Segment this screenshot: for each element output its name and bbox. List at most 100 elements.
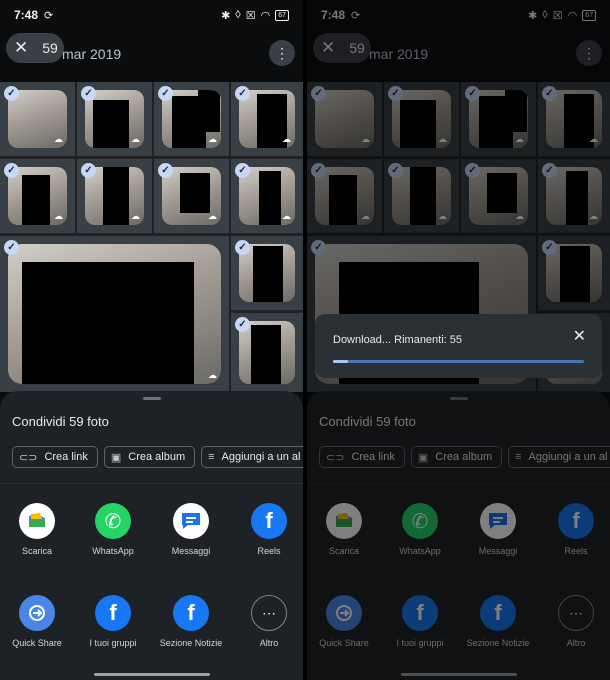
photo-thumbnail[interactable]: ✓ ☁ <box>77 82 152 156</box>
app-label: Quick Share <box>12 638 62 648</box>
check-icon[interactable]: ✓ <box>311 86 326 101</box>
battery-icon: 67 <box>582 9 596 21</box>
app-label: Altro <box>566 638 586 648</box>
photo-thumbnail[interactable]: ✓ ☁ <box>538 159 610 233</box>
photo-thumbnail[interactable]: ✓ <box>538 236 610 310</box>
check-icon[interactable]: ✓ <box>542 163 557 178</box>
status-bar: 7:48 ⟳ ✱ ◊ ☒ ◠ 67 <box>307 0 610 30</box>
check-icon[interactable]: ✓ <box>542 86 557 101</box>
app-sezione-notizie[interactable]: f Sezione Notizie <box>154 595 228 649</box>
gesture-bar <box>93 673 210 676</box>
check-icon[interactable]: ✓ <box>311 163 326 178</box>
check-icon[interactable]: ✓ <box>4 86 19 101</box>
cloud-icon: ☁ <box>54 211 63 221</box>
check-icon[interactable]: ✓ <box>158 163 173 178</box>
add-to-album-chip[interactable]: ≡ Aggiungi a un al <box>201 446 303 468</box>
cloud-icon: ☁ <box>361 211 370 221</box>
photo-thumbnail[interactable]: ✓ ☁ <box>461 82 536 156</box>
app-altro[interactable]: ⋯ Altro <box>232 595 303 649</box>
check-icon[interactable]: ✓ <box>388 163 403 178</box>
cloud-icon: ☁ <box>589 211 598 221</box>
photo-thumbnail[interactable]: ✓ ☁ <box>307 82 382 156</box>
photo-thumbnail[interactable]: ✓ ☁ <box>461 159 536 233</box>
create-album-chip[interactable]: ▣ Crea album <box>103 446 196 468</box>
cloud-icon: ☁ <box>208 370 217 380</box>
photo-thumbnail[interactable]: ✓ ☁ <box>154 82 229 156</box>
download-status-text: Download... Rimanenti: 55 <box>333 334 463 346</box>
cloud-icon: ☁ <box>515 211 524 221</box>
app-scarica[interactable]: Scarica <box>0 503 74 557</box>
create-album-chip[interactable]: ▣ Crea album <box>410 446 503 468</box>
app-scarica[interactable]: Scarica <box>307 503 381 557</box>
more-icon: ⋯ <box>558 595 594 631</box>
status-bar: 7:48 ⟳ ✱ ◊ ☒ ◠ 67 <box>0 0 303 30</box>
app-whatsapp[interactable]: ✆ WhatsApp <box>383 503 457 557</box>
check-icon[interactable]: ✓ <box>465 86 480 101</box>
check-icon[interactable]: ✓ <box>81 86 96 101</box>
check-icon[interactable]: ✓ <box>4 240 19 255</box>
photo-thumbnail[interactable]: ✓ ☁ <box>384 159 459 233</box>
cloud-icon: ☁ <box>131 134 140 144</box>
action-chips: ⊂⊃ Crea link ▣ Crea album ≡ Aggiungi a un a… <box>12 446 303 468</box>
share-title: Condividi 59 foto <box>319 414 416 429</box>
check-icon[interactable]: ✓ <box>81 163 96 178</box>
photo-thumbnail-large[interactable]: ✓ ☁ <box>0 236 229 392</box>
facebook-icon: f <box>251 503 287 539</box>
app-messaggi[interactable]: Messaggi <box>154 503 228 557</box>
app-whatsapp[interactable]: ✆ WhatsApp <box>76 503 150 557</box>
close-icon[interactable]: ✕ <box>573 326 586 346</box>
photo-thumbnail[interactable]: ✓ ☁ <box>231 159 303 233</box>
photo-thumbnail[interactable]: ✓ ☁ <box>538 82 610 156</box>
app-quick-share[interactable]: Quick Share <box>0 595 74 649</box>
chip-label: Crea link <box>351 451 395 463</box>
app-tuoi-gruppi[interactable]: f I tuoi gruppi <box>383 595 457 649</box>
app-quick-share[interactable]: Quick Share <box>307 595 381 649</box>
photo-thumbnail[interactable]: ✓ ☁ <box>154 159 229 233</box>
create-link-chip[interactable]: ⊂⊃ Crea link <box>319 446 405 468</box>
photo-thumbnail[interactable]: ✓ ☁ <box>0 82 75 156</box>
check-icon[interactable]: ✓ <box>235 163 250 178</box>
cloud-icon: ☁ <box>361 134 370 144</box>
create-link-chip[interactable]: ⊂⊃ Crea link <box>12 446 98 468</box>
check-icon[interactable]: ✓ <box>4 163 19 178</box>
screen-record-icon: ☒ <box>552 9 563 22</box>
photo-thumbnail[interactable]: ✓ ☁ <box>231 82 303 156</box>
app-sezione-notizie[interactable]: f Sezione Notizie <box>461 595 535 649</box>
add-to-album-chip[interactable]: ≡ Aggiungi a un al <box>508 446 610 468</box>
close-icon[interactable]: ✕ <box>321 38 335 58</box>
selection-pill: ✕ 59 <box>6 33 64 63</box>
photo-grid: ✓ ☁ ✓ ☁ ✓ ☁ ✓ ☁ ✓ ☁ ✓ ☁ ✓ ☁ ✓ ☁ ✓ ☁ ✓ ✓ <box>0 82 303 392</box>
app-label: Quick Share <box>319 638 369 648</box>
app-reels[interactable]: f Reels <box>539 503 610 557</box>
app-tuoi-gruppi[interactable]: f I tuoi gruppi <box>76 595 150 649</box>
photo-image <box>8 244 221 384</box>
more-options-icon[interactable]: ⋮ <box>269 40 295 66</box>
date-label: mar 2019 <box>62 46 122 62</box>
photo-thumbnail[interactable]: ✓ ☁ <box>0 159 75 233</box>
more-options-icon[interactable]: ⋮ <box>576 40 602 66</box>
selected-count: 59 <box>42 40 58 56</box>
photo-thumbnail[interactable]: ✓ <box>231 236 303 310</box>
close-icon[interactable]: ✕ <box>14 38 28 58</box>
app-altro[interactable]: ⋯ Altro <box>539 595 610 649</box>
photo-thumbnail[interactable]: ✓ ☁ <box>77 159 152 233</box>
check-icon[interactable]: ✓ <box>388 86 403 101</box>
check-icon[interactable]: ✓ <box>542 240 557 255</box>
phone-screen-left: 7:48 ⟳ ✱ ◊ ☒ ◠ 67 mar 2019 ✕ 59 ⋮ ✓ ☁ ✓ ☁ … <box>0 0 303 680</box>
check-icon[interactable]: ✓ <box>235 86 250 101</box>
drag-handle[interactable] <box>449 397 468 400</box>
photo-thumbnail[interactable]: ✓ <box>231 313 303 392</box>
drag-handle[interactable] <box>142 397 161 400</box>
check-icon[interactable]: ✓ <box>311 240 326 255</box>
check-icon[interactable]: ✓ <box>235 240 250 255</box>
app-messaggi[interactable]: Messaggi <box>461 503 535 557</box>
selection-topbar: mar 2019 ✕ 59 ⋮ <box>0 30 303 78</box>
photo-thumbnail[interactable]: ✓ ☁ <box>384 82 459 156</box>
check-icon[interactable]: ✓ <box>158 86 173 101</box>
bluetooth-icon: ✱ <box>528 9 538 22</box>
app-reels[interactable]: f Reels <box>232 503 303 557</box>
sync-icon: ⟳ <box>44 9 54 22</box>
check-icon[interactable]: ✓ <box>235 317 250 332</box>
check-icon[interactable]: ✓ <box>465 163 480 178</box>
photo-thumbnail[interactable]: ✓ ☁ <box>307 159 382 233</box>
